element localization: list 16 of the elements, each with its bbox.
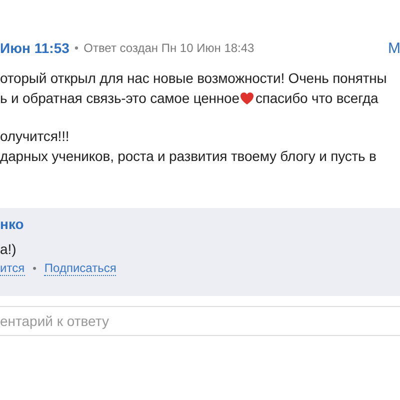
comment-date: Июн 11:53 xyxy=(0,40,70,56)
separator-dot: • xyxy=(74,41,79,55)
action-link[interactable]: ится xyxy=(0,261,25,276)
comment-text-line: дарных учеников, роста и развития твоему блогу и пусть в xyxy=(0,147,376,166)
reply-text: а!) xyxy=(0,240,16,259)
comment-text-line: спасибо что всегда xyxy=(255,89,378,108)
answer-created-text: Ответ создан Пн 10 Июн 18:43 xyxy=(84,41,254,55)
comment-text-line: олучится!!! xyxy=(0,127,70,146)
action-link[interactable]: Подписаться xyxy=(44,261,116,276)
heart-icon xyxy=(240,92,254,104)
comment-text-line: оторый открыл для нас новые возможности! Очень понятны xyxy=(0,69,387,88)
comment-input-field[interactable]: ентарий к ответу xyxy=(0,313,400,329)
comment-text-line: ь и обратная связь-это самое ценное xyxy=(0,89,240,108)
reply-author[interactable]: нко xyxy=(0,214,24,234)
separator-dot: • xyxy=(32,262,36,274)
cut-link[interactable]: М xyxy=(388,40,400,56)
